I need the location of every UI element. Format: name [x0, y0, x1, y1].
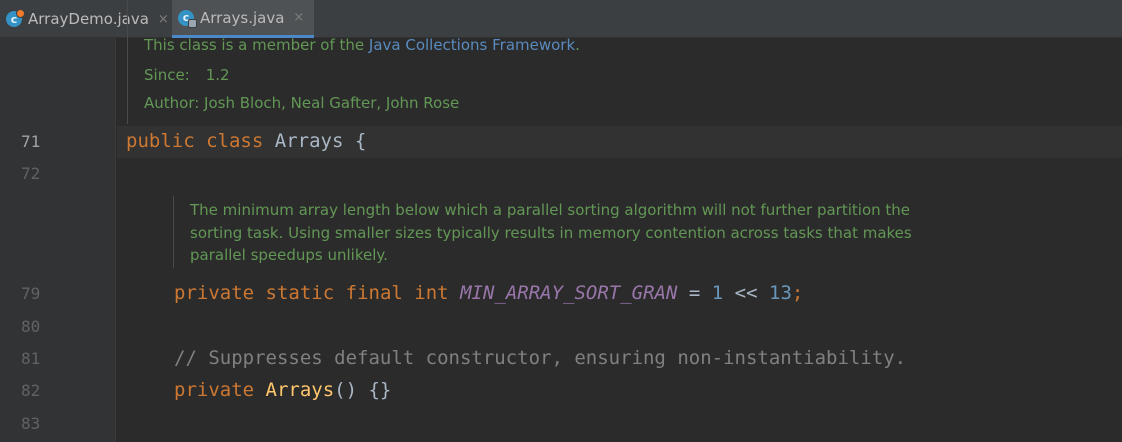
tab-label: Arrays.java	[200, 8, 285, 27]
java-class-file-icon: c	[6, 9, 25, 27]
keyword: class	[206, 130, 264, 152]
code-line-79: private static final int MIN_ARRAY_SORT_…	[174, 282, 803, 304]
line-number-gutter[interactable]: 71 72 79 80 81 82 83	[0, 38, 116, 442]
editor-tab-bar: c ArrayDemo.java × c Arrays.java ×	[0, 0, 1122, 38]
java-collections-framework-link[interactable]: Java Collections Framework	[369, 36, 575, 54]
doc-text: This class is a member of the	[144, 36, 369, 54]
since-value: 1.2	[205, 66, 230, 84]
constructor-name: Arrays	[265, 379, 335, 401]
constant-name: MIN_ARRAY_SORT_GRAN	[460, 282, 678, 304]
tab-arraydemo-java[interactable]: c ArrayDemo.java ×	[0, 0, 170, 38]
keyword: private	[174, 282, 255, 304]
number-literal: 13	[769, 282, 792, 304]
line-number: 71	[21, 132, 41, 151]
tab-arrays-java[interactable]: c Arrays.java ×	[172, 0, 314, 38]
line-number: 83	[21, 414, 41, 433]
close-icon[interactable]: ×	[293, 10, 304, 25]
doc-author-line: Author: Josh Bloch, Neal Gafter, John Ro…	[144, 94, 460, 112]
keyword: final	[345, 282, 403, 304]
line-number: 81	[21, 349, 41, 368]
doc-line: sorting task. Using smaller sizes typica…	[190, 224, 912, 242]
doc-text: .	[575, 36, 580, 54]
operator: <<	[734, 282, 758, 304]
rendered-javadoc-class: This class is a member of the Java Colle…	[127, 0, 580, 124]
close-icon[interactable]: ×	[158, 12, 169, 27]
keyword: public	[126, 130, 195, 152]
doc-since-line: Since: 1.2	[144, 66, 230, 84]
code-line-81: // Suppresses default constructor, ensur…	[174, 347, 907, 369]
keyword: int	[414, 282, 449, 304]
doc-line: The minimum array length below which a p…	[190, 201, 911, 219]
line-number: 82	[21, 381, 41, 400]
number-literal: 1	[711, 282, 724, 304]
line-number: 72	[21, 164, 41, 183]
doc-line: parallel speedups unlikely.	[190, 246, 388, 264]
class-name: Arrays	[274, 130, 344, 152]
library-class-file-icon: c	[178, 9, 197, 28]
brace: {	[354, 130, 367, 152]
semicolon: ;	[791, 282, 804, 304]
keyword: static	[265, 282, 335, 304]
line-number: 80	[21, 317, 41, 336]
operator: =	[688, 282, 701, 304]
rendered-javadoc-field: The minimum array length below which a p…	[173, 196, 933, 268]
code-line-71: public class Arrays {	[126, 130, 366, 152]
line-number: 79	[21, 284, 41, 303]
since-label: Since:	[144, 66, 190, 84]
code-line-82: private Arrays() {}	[174, 379, 391, 401]
constructor-body: () {}	[334, 379, 392, 401]
code-editor[interactable]: This class is a member of the Java Colle…	[117, 0, 1122, 442]
doc-member-line: This class is a member of the Java Colle…	[144, 36, 580, 54]
keyword: private	[174, 379, 255, 401]
